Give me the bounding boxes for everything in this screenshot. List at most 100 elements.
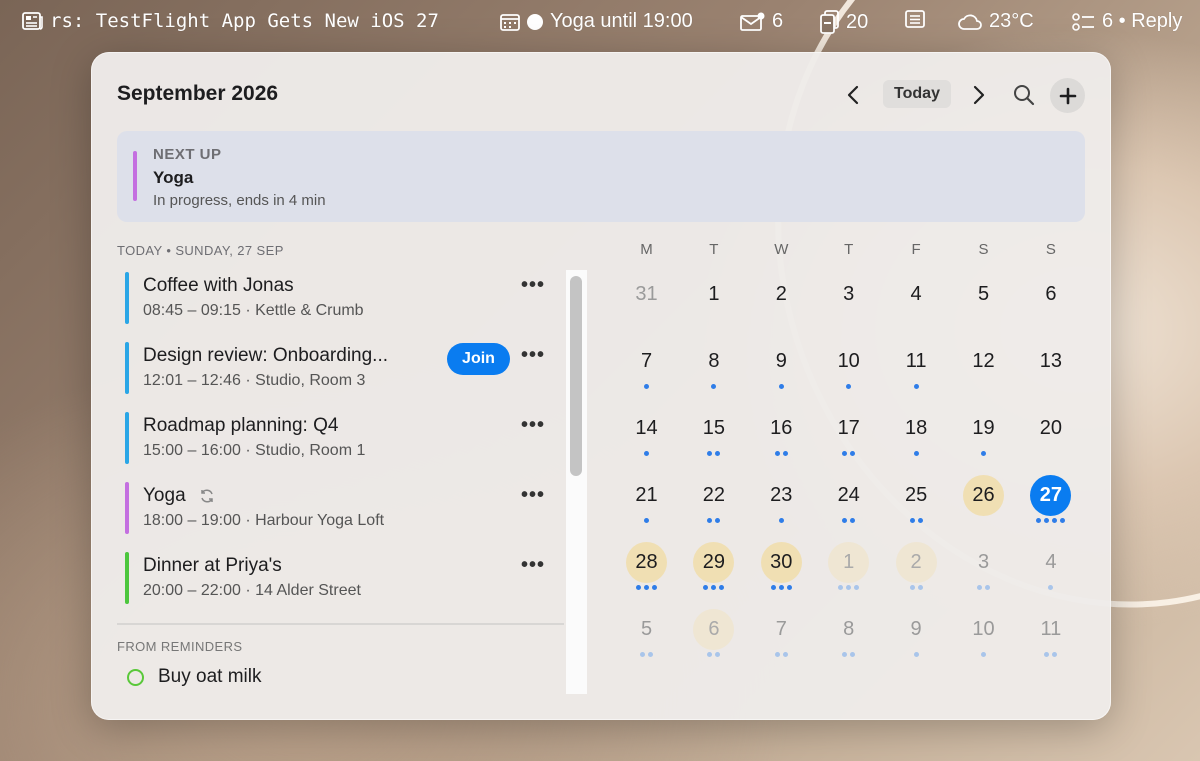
day-cell[interactable]: 2 bbox=[883, 530, 950, 597]
news-menu-item[interactable]: rs: TestFlight App Gets New iOS 27 bbox=[22, 10, 439, 32]
event-dots bbox=[950, 585, 1017, 590]
event-dot bbox=[715, 518, 721, 523]
day-cell[interactable]: 5 bbox=[950, 262, 1017, 329]
day-cell[interactable]: 25 bbox=[883, 463, 950, 530]
day-cell[interactable]: 31 bbox=[613, 262, 680, 329]
join-meeting-button[interactable]: Join bbox=[447, 343, 510, 375]
more-options-icon[interactable]: ••• bbox=[521, 414, 545, 437]
day-cell[interactable]: 6 bbox=[680, 597, 747, 664]
more-options-icon[interactable]: ••• bbox=[521, 484, 545, 507]
today-button[interactable]: Today bbox=[883, 80, 951, 108]
event-row[interactable]: Roadmap planning: Q4 15:00 – 16:00 · Stu… bbox=[125, 412, 555, 468]
day-cell[interactable]: 14 bbox=[613, 396, 680, 463]
event-dots bbox=[815, 652, 882, 657]
more-options-icon[interactable]: ••• bbox=[521, 554, 545, 577]
day-cell[interactable]: 19 bbox=[950, 396, 1017, 463]
day-cell[interactable]: 9 bbox=[748, 329, 815, 396]
temperature: 23°C bbox=[989, 10, 1034, 32]
event-dots bbox=[815, 451, 882, 456]
day-cell[interactable]: 27 bbox=[1017, 463, 1084, 530]
mail-menu-item[interactable]: 6 bbox=[740, 10, 783, 33]
day-cell[interactable]: 23 bbox=[748, 463, 815, 530]
clipboard-menu-item[interactable]: 20 bbox=[820, 10, 868, 34]
day-cell[interactable]: 12 bbox=[950, 329, 1017, 396]
previous-month-button[interactable] bbox=[841, 82, 865, 108]
day-cell[interactable]: 6 bbox=[1017, 262, 1084, 329]
day-cell[interactable]: 5 bbox=[613, 597, 680, 664]
weather-menu-item[interactable]: 23°C bbox=[957, 10, 1034, 33]
event-dot bbox=[909, 585, 915, 590]
event-title: Coffee with Jonas bbox=[143, 275, 294, 296]
next-up-card[interactable]: NEXT UP Yoga In progress, ends in 4 min bbox=[117, 131, 1085, 222]
event-title: Yoga bbox=[143, 485, 215, 507]
day-cell[interactable]: 13 bbox=[1017, 329, 1084, 396]
day-cell[interactable]: 26 bbox=[950, 463, 1017, 530]
day-cell[interactable]: 9 bbox=[883, 597, 950, 664]
next-month-button[interactable] bbox=[967, 82, 991, 108]
next-up-label: NEXT UP bbox=[153, 146, 222, 163]
day-number: 12 bbox=[972, 350, 995, 372]
day-cell[interactable]: 3 bbox=[815, 262, 882, 329]
day-number: 26 bbox=[963, 475, 1004, 516]
reminders-menu-item[interactable]: 6 • Reply bbox=[1072, 10, 1182, 33]
day-cell[interactable]: 7 bbox=[613, 329, 680, 396]
next-up-title: Yoga bbox=[153, 168, 194, 187]
event-list-scrollbar[interactable] bbox=[566, 270, 587, 694]
more-options-icon[interactable]: ••• bbox=[521, 274, 545, 297]
day-cell[interactable]: 28 bbox=[613, 530, 680, 597]
day-cell[interactable]: 30 bbox=[748, 530, 815, 597]
day-cell[interactable]: 4 bbox=[883, 262, 950, 329]
day-cell[interactable]: 3 bbox=[950, 530, 1017, 597]
day-cell[interactable]: 21 bbox=[613, 463, 680, 530]
day-cell[interactable]: 20 bbox=[1017, 396, 1084, 463]
newspaper-icon bbox=[22, 11, 44, 31]
event-dot bbox=[770, 585, 776, 590]
event-dot bbox=[778, 585, 784, 590]
day-cell[interactable]: 11 bbox=[883, 329, 950, 396]
calendar-menu-item[interactable]: Yoga until 19:00 bbox=[500, 10, 693, 33]
reminder-checkbox[interactable] bbox=[127, 668, 144, 686]
event-dots bbox=[883, 384, 950, 389]
search-button[interactable] bbox=[1011, 82, 1037, 108]
event-details: 08:45 – 09:15 · Kettle & Crumb bbox=[143, 302, 364, 319]
more-options-icon[interactable]: ••• bbox=[521, 344, 545, 367]
day-cell[interactable]: 1 bbox=[680, 262, 747, 329]
event-dot bbox=[786, 585, 792, 590]
event-row[interactable]: Yoga 18:00 – 19:00 · Harbour Yoga Loft •… bbox=[125, 482, 555, 538]
event-dot bbox=[707, 652, 713, 657]
event-dots bbox=[1017, 652, 1084, 657]
day-cell[interactable]: 17 bbox=[815, 396, 882, 463]
reminders-section-header: FROM REMINDERS bbox=[117, 639, 243, 654]
event-dot bbox=[913, 652, 919, 657]
event-row[interactable]: Design review: Onboarding... 12:01 – 12:… bbox=[125, 342, 555, 398]
day-cell[interactable]: 10 bbox=[950, 597, 1017, 664]
scrollbar-thumb[interactable] bbox=[570, 276, 582, 476]
day-cell[interactable]: 8 bbox=[680, 329, 747, 396]
day-cell[interactable]: 15 bbox=[680, 396, 747, 463]
day-cell[interactable]: 4 bbox=[1017, 530, 1084, 597]
event-title: Design review: Onboarding... bbox=[143, 345, 389, 366]
day-cell[interactable]: 16 bbox=[748, 396, 815, 463]
add-event-button[interactable] bbox=[1050, 78, 1085, 113]
day-cell[interactable]: 2 bbox=[748, 262, 815, 329]
event-dots bbox=[613, 518, 680, 523]
day-cell[interactable]: 8 bbox=[815, 597, 882, 664]
event-dot bbox=[782, 451, 788, 456]
day-cell[interactable]: 7 bbox=[748, 597, 815, 664]
day-cell[interactable]: 11 bbox=[1017, 597, 1084, 664]
day-cell[interactable]: 1 bbox=[815, 530, 882, 597]
event-color-bar bbox=[125, 482, 129, 534]
weekday-header: S bbox=[978, 241, 989, 258]
day-cell[interactable]: 18 bbox=[883, 396, 950, 463]
day-cell[interactable]: 22 bbox=[680, 463, 747, 530]
day-number: 10 bbox=[972, 618, 995, 640]
day-cell[interactable]: 24 bbox=[815, 463, 882, 530]
notes-menu-item[interactable] bbox=[905, 10, 925, 28]
event-row[interactable]: Dinner at Priya's 20:00 – 22:00 · 14 Ald… bbox=[125, 552, 555, 608]
reminder-item[interactable]: Buy oat milk bbox=[127, 666, 261, 688]
day-cell[interactable]: 29 bbox=[680, 530, 747, 597]
event-details: 15:00 – 16:00 · Studio, Room 1 bbox=[143, 442, 366, 459]
day-cell[interactable]: 10 bbox=[815, 329, 882, 396]
event-dots bbox=[613, 451, 680, 456]
event-row[interactable]: Coffee with Jonas 08:45 – 09:15 · Kettle… bbox=[125, 272, 555, 328]
